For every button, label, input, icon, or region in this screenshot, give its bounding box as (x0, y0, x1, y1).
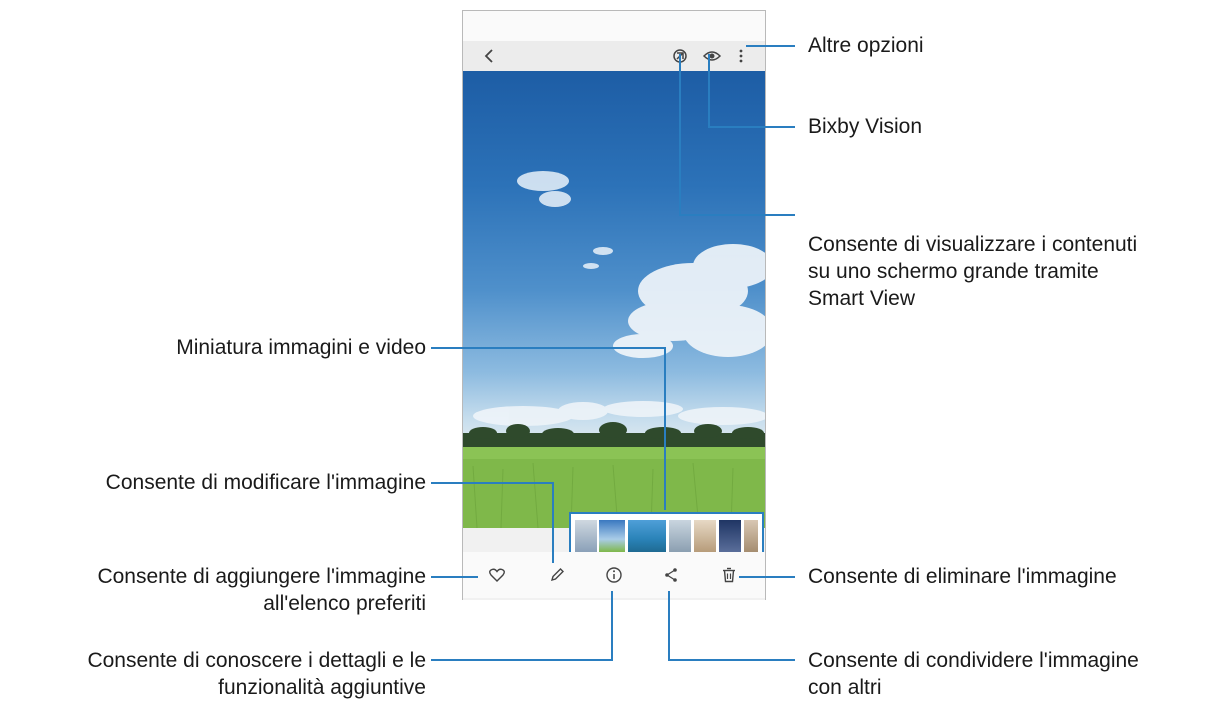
label-line: funzionalità aggiuntive (218, 676, 426, 699)
label-thumbnails: Miniatura immagini e video (176, 336, 426, 359)
label-delete: Consente di eliminare l'immagine (808, 565, 1117, 588)
label-details: Consente di conoscere i dettagli e le fu… (87, 647, 426, 701)
label-line: all'elenco preferiti (263, 592, 426, 615)
label-smart-view: Consente di visualizzare i contenuti su … (808, 231, 1137, 312)
label-favorite: Consente di aggiungere l'immagine all'el… (97, 563, 426, 617)
label-line: con altri (808, 676, 882, 699)
label-line: Consente di visualizzare i contenuti (808, 233, 1138, 256)
label-more-options: Altre opzioni (808, 34, 924, 57)
label-line: Consente di aggiungere l'immagine (97, 565, 426, 588)
label-share: Consente di condividere l'immagine con a… (808, 647, 1139, 701)
label-line: Consente di conoscere i dettagli e le (87, 649, 426, 672)
label-line: Smart View (808, 287, 915, 310)
label-line: Consente di condividere l'immagine (808, 649, 1139, 672)
label-line: su uno schermo grande tramite (808, 260, 1099, 283)
label-bixby-vision: Bixby Vision (808, 115, 923, 138)
label-edit: Consente di modificare l'immagine (105, 471, 426, 494)
